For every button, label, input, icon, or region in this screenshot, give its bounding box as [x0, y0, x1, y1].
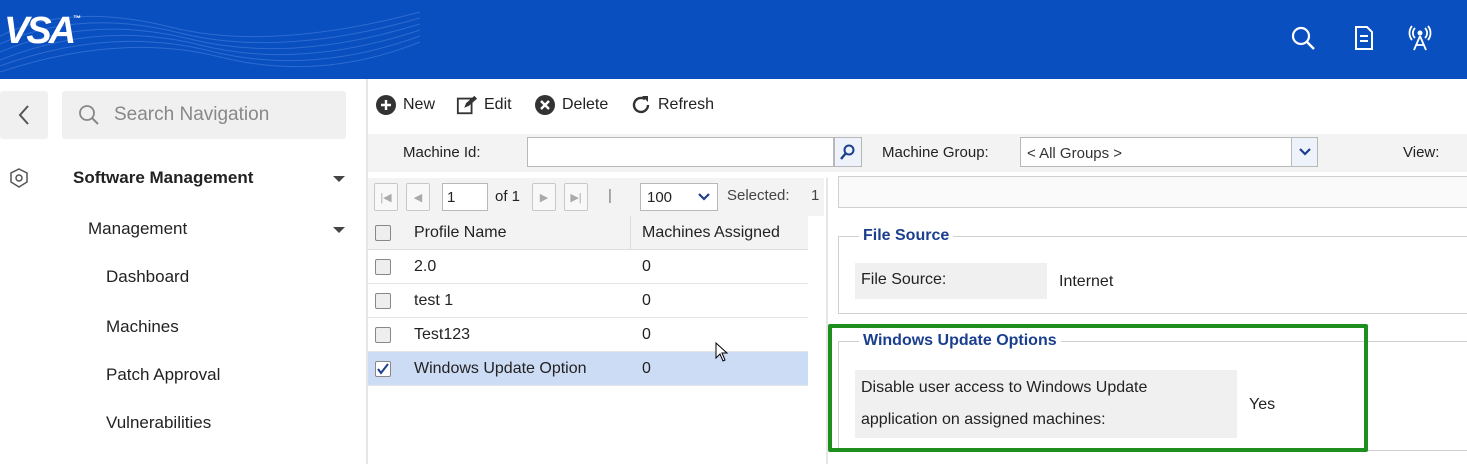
column-machines-assigned[interactable]: Machines Assigned [642, 224, 780, 242]
delete-x-icon [534, 94, 556, 116]
nav-item-dashboard[interactable]: Dashboard [106, 267, 189, 287]
machines-assigned: 0 [642, 258, 651, 275]
page-size-select[interactable]: 100 [640, 183, 718, 211]
machines-assigned: 0 [642, 292, 651, 309]
last-page-button[interactable]: ▶| [564, 183, 588, 211]
nav-software-management[interactable]: Software Management [73, 168, 253, 188]
profile-name: Windows Update Option [414, 360, 587, 377]
chevron-down-icon[interactable] [333, 176, 345, 182]
antenna-icon[interactable] [1404, 22, 1436, 54]
row-checkbox[interactable] [375, 327, 391, 343]
page-size-value: 100 [647, 189, 673, 206]
file-source-key: File Source: [855, 263, 1047, 299]
chevron-left-icon [18, 105, 29, 125]
page-number-input[interactable]: 1 [442, 183, 488, 211]
document-icon[interactable] [1348, 22, 1380, 54]
sidebar: Search Navigation Software Management Ma… [0, 79, 366, 464]
column-profile-name[interactable]: Profile Name [414, 224, 506, 242]
mouse-cursor-icon [715, 342, 729, 362]
page-of-label: of 1 [495, 188, 521, 205]
file-source-legend: File Source [859, 227, 954, 245]
search-placeholder: Search Navigation [114, 104, 270, 125]
nav-management[interactable]: Management [88, 219, 187, 239]
selected-count: 1 [811, 187, 820, 204]
edit-icon [456, 94, 478, 116]
machine-id-input[interactable] [527, 137, 834, 167]
pager: |◀ ◀ 1 of 1 ▶ ▶| | 100 Selected: 1 [368, 178, 824, 216]
row-checkbox-checked[interactable] [375, 361, 391, 377]
search-icon[interactable] [1287, 22, 1319, 54]
nav-item-machines[interactable]: Machines [106, 317, 179, 337]
file-source-value: Internet [1059, 273, 1114, 290]
machines-assigned: 0 [642, 326, 651, 343]
column-separator [630, 216, 631, 250]
nav-item-vulnerabilities[interactable]: Vulnerabilities [106, 413, 211, 433]
vsa-logo[interactable]: VSA™ [4, 10, 81, 53]
table-row-selected[interactable]: Windows Update Option 0 [368, 352, 808, 386]
next-page-icon: ▶ [539, 191, 549, 204]
machine-group-select[interactable]: < All Groups > [1020, 137, 1318, 167]
nav-item-patch-approval[interactable]: Patch Approval [106, 365, 220, 385]
row-checkbox[interactable] [375, 293, 391, 309]
search-navigation-input[interactable]: Search Navigation [62, 91, 346, 139]
profiles-grid: Profile Name Machines Assigned 2.0 0 tes… [368, 216, 808, 386]
pager-separator: | [608, 187, 612, 204]
checkmark-icon [377, 363, 389, 375]
previous-fieldset [838, 176, 1467, 208]
machine-id-label: Machine Id: [403, 144, 481, 161]
refresh-label: Refresh [658, 96, 715, 113]
refresh-button[interactable]: Refresh [630, 93, 714, 117]
first-page-icon: |◀ [380, 191, 392, 204]
software-package-icon [10, 168, 28, 188]
profile-name: test 1 [414, 292, 454, 309]
new-button[interactable]: New [375, 93, 435, 117]
profile-name: Test123 [414, 326, 471, 343]
refresh-icon [630, 94, 652, 116]
file-source-fieldset: File Source File Source: Internet [838, 227, 1467, 314]
machine-group-label: Machine Group: [882, 144, 989, 161]
chevron-down-icon[interactable] [333, 227, 345, 233]
edit-button[interactable]: Edit [456, 93, 512, 117]
first-page-button[interactable]: |◀ [374, 183, 398, 211]
delete-label: Delete [562, 96, 609, 113]
plus-circle-icon [375, 94, 397, 116]
next-page-button[interactable]: ▶ [532, 183, 556, 211]
last-page-icon: ▶| [570, 191, 582, 204]
chevron-down-icon [691, 184, 717, 210]
new-label: New [403, 96, 436, 113]
machines-assigned: 0 [642, 360, 651, 377]
machine-group-value: < All Groups > [1027, 145, 1123, 162]
top-header: VSA™ [0, 0, 1467, 79]
prev-page-icon: ◀ [413, 191, 423, 204]
select-all-checkbox[interactable] [375, 225, 391, 241]
delete-button[interactable]: Delete [534, 93, 608, 117]
highlight-box [828, 324, 1368, 452]
view-label: View: [1403, 144, 1440, 161]
machine-search-button[interactable] [834, 137, 862, 167]
edit-label: Edit [484, 96, 512, 113]
collapse-sidebar-button[interactable] [0, 91, 48, 139]
table-row[interactable]: 2.0 0 [368, 250, 808, 284]
grid-header: Profile Name Machines Assigned [368, 216, 808, 250]
row-checkbox[interactable] [375, 259, 391, 275]
search-icon [840, 144, 855, 160]
search-icon [79, 105, 99, 125]
profile-name: 2.0 [414, 258, 437, 275]
chevron-down-icon [1291, 138, 1317, 166]
table-row[interactable]: test 1 0 [368, 284, 808, 318]
table-row[interactable]: Test123 0 [368, 318, 808, 352]
selected-label: Selected: [727, 187, 790, 204]
prev-page-button[interactable]: ◀ [406, 183, 430, 211]
